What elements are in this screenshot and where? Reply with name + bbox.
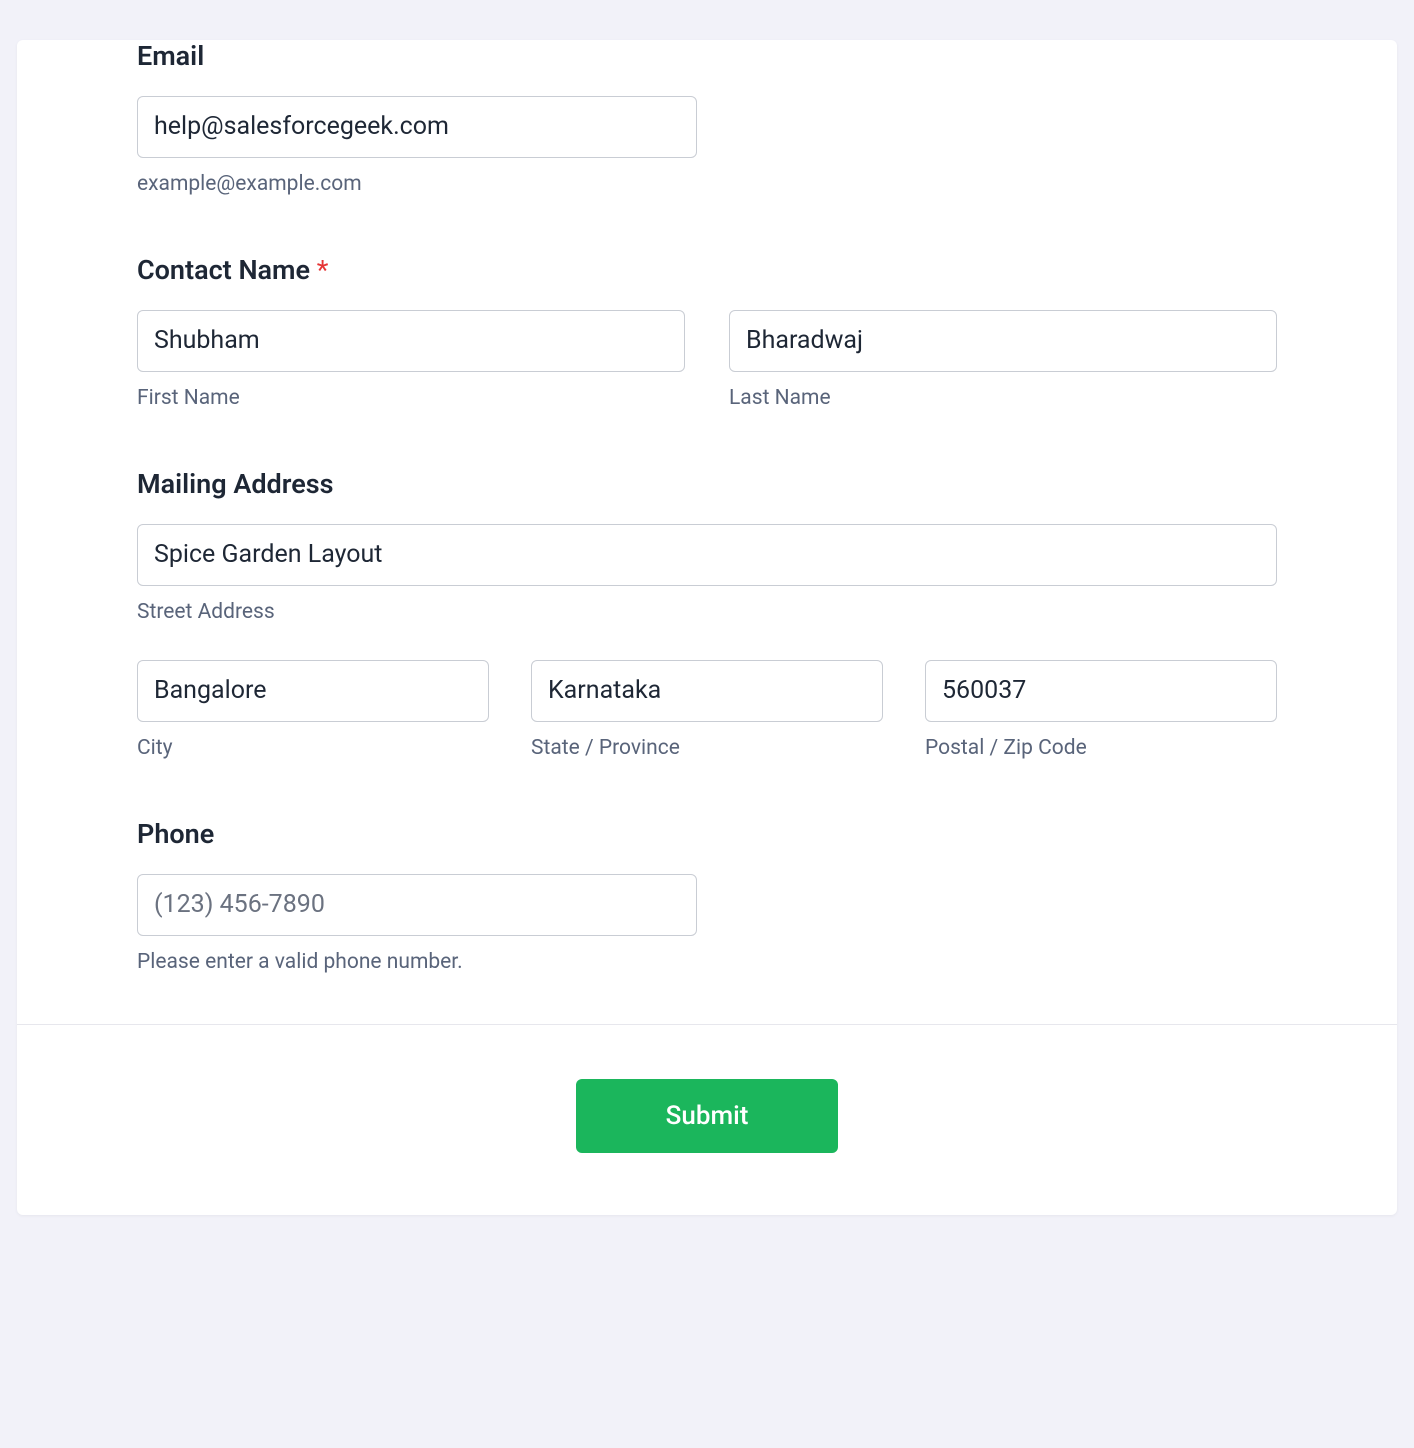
phone-input-wrapper bbox=[137, 874, 697, 936]
street-wrapper: Street Address bbox=[137, 524, 1277, 624]
required-asterisk-icon: * bbox=[317, 254, 329, 286]
postal-col: Postal / Zip Code bbox=[925, 660, 1277, 760]
phone-input[interactable] bbox=[137, 874, 697, 936]
email-label: Email bbox=[137, 40, 1277, 72]
form-footer: Submit bbox=[17, 1024, 1397, 1215]
street-address-input[interactable] bbox=[137, 524, 1277, 586]
last-name-input[interactable] bbox=[729, 310, 1277, 372]
last-name-col: Last Name bbox=[729, 310, 1277, 410]
submit-button[interactable]: Submit bbox=[576, 1079, 839, 1153]
phone-group: Phone Please enter a valid phone number. bbox=[137, 818, 1277, 974]
email-input[interactable] bbox=[137, 96, 697, 158]
first-name-help: First Name bbox=[137, 386, 685, 410]
mailing-address-group: Mailing Address Street Address City Stat… bbox=[137, 468, 1277, 760]
state-input[interactable] bbox=[531, 660, 883, 722]
contact-name-label: Contact Name * bbox=[137, 254, 1277, 286]
first-name-input[interactable] bbox=[137, 310, 685, 372]
form-body: Email example@example.com Contact Name *… bbox=[17, 40, 1397, 1024]
contact-name-group: Contact Name * First Name Last Name bbox=[137, 254, 1277, 410]
phone-label: Phone bbox=[137, 818, 1277, 850]
state-help: State / Province bbox=[531, 736, 883, 760]
first-name-col: First Name bbox=[137, 310, 685, 410]
postal-input[interactable] bbox=[925, 660, 1277, 722]
city-col: City bbox=[137, 660, 489, 760]
form-container: Email example@example.com Contact Name *… bbox=[17, 40, 1397, 1215]
mailing-address-label: Mailing Address bbox=[137, 468, 1277, 500]
city-help: City bbox=[137, 736, 489, 760]
contact-name-label-text: Contact Name bbox=[137, 254, 317, 286]
address-row: City State / Province Postal / Zip Code bbox=[137, 660, 1277, 760]
phone-help: Please enter a valid phone number. bbox=[137, 950, 1277, 974]
email-input-wrapper bbox=[137, 96, 697, 158]
postal-help: Postal / Zip Code bbox=[925, 736, 1277, 760]
street-address-help: Street Address bbox=[137, 600, 1277, 624]
email-group: Email example@example.com bbox=[137, 40, 1277, 196]
name-row: First Name Last Name bbox=[137, 310, 1277, 410]
state-col: State / Province bbox=[531, 660, 883, 760]
email-help: example@example.com bbox=[137, 172, 1277, 196]
last-name-help: Last Name bbox=[729, 386, 1277, 410]
city-input[interactable] bbox=[137, 660, 489, 722]
